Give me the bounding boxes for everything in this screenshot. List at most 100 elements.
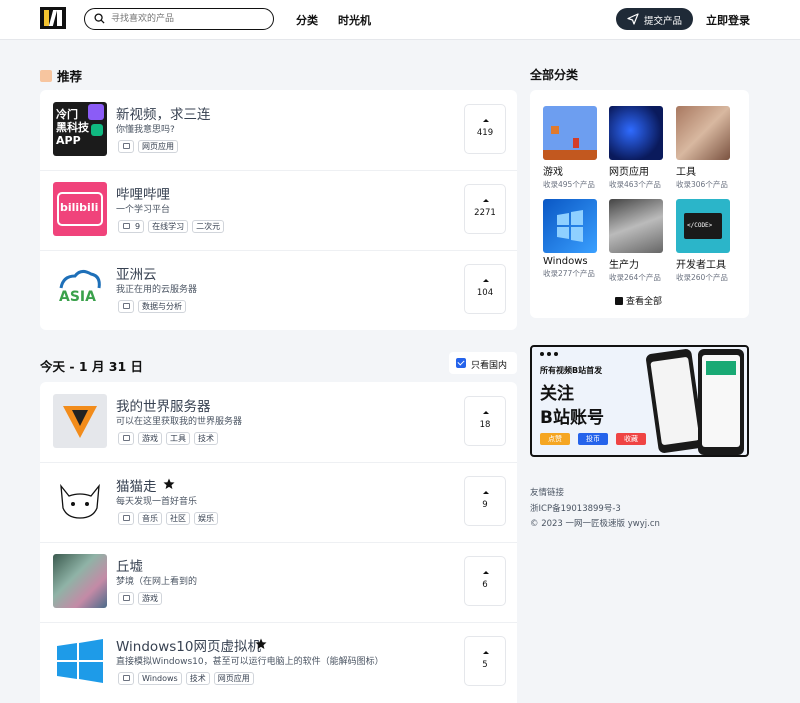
tag-list: Windows 技术 网页应用 [118,672,254,685]
product-title[interactable]: 猫猫走 [116,475,157,495]
promo-banner[interactable]: 所有视频B站首发 关注 B站账号 点赞 投币 收藏 [530,345,749,457]
upvote-button[interactable]: 2271 [464,184,506,234]
tag[interactable]: 娱乐 [194,512,218,525]
list-item[interactable]: 冷门 黑科技 APP 新视频，求三连 你懂我意思吗? 网页应用 419 [40,90,517,170]
tag[interactable]: 网页应用 [138,140,178,153]
tag[interactable]: 社区 [166,512,190,525]
vote-count: 419 [476,128,494,138]
product-title[interactable]: 亚洲云 [116,263,157,283]
banner-like: 点赞 [540,433,570,445]
nav-time-machine[interactable]: 时光机 [338,12,371,28]
product-desc: 你懂我意思吗? [116,125,175,135]
list-item[interactable]: bilibili 哔哩哔哩 一个学习平台 9 在线学习 二次元 2271 [40,170,517,250]
login-link[interactable]: 立即登录 [706,12,750,28]
checkbox-checked-icon [456,358,466,368]
upvote-button[interactable]: 9 [464,476,506,526]
banner-line1: 所有视频B站首发 [540,366,603,375]
product-title[interactable]: 丘墟 [116,555,143,575]
view-all-link[interactable]: 查看全部 [615,294,662,307]
tag[interactable]: 技术 [194,432,218,445]
category-name: 网页应用 [609,167,649,178]
tag[interactable]: 游戏 [138,592,162,605]
product-desc: 梦境（在网上看到的 [116,577,198,587]
product-thumbnail [53,394,107,448]
tag[interactable]: 数据与分析 [138,300,186,313]
product-desc: 每天发现一首好音乐 [116,497,198,507]
upvote-button[interactable]: 6 [464,556,506,606]
product-desc: 直接模拟Windows10，甚至可以运行电脑上的软件（能解码图标） [116,657,384,667]
tag-list: 音乐 社区 娱乐 [118,512,218,525]
upvote-button[interactable]: 104 [464,264,506,314]
vote-count: 6 [482,580,488,590]
upvote-button[interactable]: 18 [464,396,506,446]
vote-count: 18 [479,420,491,430]
upvote-arrow-icon [483,279,489,282]
copyright: © 2023 一网一匠极速版 ywyj.cn [530,519,660,529]
list-item[interactable]: ASIA 亚洲云 我正在用的云服务器 数据与分析 104 [40,250,517,330]
comment-icon[interactable] [118,432,134,445]
upvote-arrow-icon [483,491,489,494]
vote-count: 5 [482,660,488,670]
tag-list: 网页应用 [118,140,178,153]
tag[interactable]: 技术 [185,672,210,685]
product-title[interactable]: Windows10网页虚拟机 [116,635,261,655]
list-item[interactable]: 猫猫走 每天发现一首好音乐 音乐 社区 娱乐 9 [40,462,517,542]
category-count: 收录306个产品 [676,180,728,189]
search-input[interactable] [111,11,266,27]
upvote-button[interactable]: 5 [464,636,506,686]
grid-icon [615,297,623,305]
category-name: 生产力 [609,260,639,271]
product-thumbnail [53,554,107,608]
comment-icon[interactable] [118,512,134,525]
categories-heading: 全部分类 [530,68,579,82]
category-thumbnail [543,106,597,160]
comment-icon[interactable] [118,592,134,605]
comment-icon[interactable] [118,672,134,685]
category-productivity[interactable]: 生产力 收录264个产品 [609,199,665,283]
recommend-title: 推荐 [57,69,83,84]
category-web-apps[interactable]: 网页应用 收录463个产品 [609,106,665,190]
product-title[interactable]: 我的世界服务器 [116,395,211,415]
category-games[interactable]: 游戏 收录495个产品 [543,106,599,190]
tag[interactable]: 在线学习 [148,220,189,233]
product-title[interactable]: 新视频，求三连 [116,103,211,123]
category-tools[interactable]: 工具 收录306个产品 [676,106,732,190]
recommend-card: 冷门 黑科技 APP 新视频，求三连 你懂我意思吗? 网页应用 419 bilibi… [40,90,517,330]
category-count: 收录264个产品 [609,273,661,282]
list-item[interactable]: 丘墟 梦境（在网上看到的 游戏 6 [40,542,517,622]
upvote-arrow-icon [483,199,489,202]
list-item[interactable]: Windows10网页虚拟机 直接模拟Windows10，甚至可以运行电脑上的软… [40,622,517,702]
search-box[interactable] [84,8,274,30]
comment-count[interactable]: 9 [118,220,145,233]
tag[interactable]: 二次元 [192,220,225,233]
banner-line2: 关注 [540,384,574,404]
site-logo[interactable] [40,7,66,29]
tag-list: 数据与分析 [118,300,186,313]
category-dev-tools[interactable]: </CODE> 开发者工具 收录260个产品 [676,199,732,283]
category-windows[interactable]: Windows 收录277个产品 [543,199,599,279]
today-heading: 今天 - 1 月 31 日 [40,359,144,374]
tag[interactable]: 网页应用 [213,672,254,685]
icp-record[interactable]: 浙ICP备19013899号-3 [530,502,621,514]
tag[interactable]: 工具 [166,432,190,445]
upvote-arrow-icon [483,119,489,122]
product-title[interactable]: 哔哩哔哩 [116,183,170,203]
comment-icon[interactable] [118,300,134,313]
submit-product-button[interactable]: 提交产品 [616,8,693,30]
banner-line3: B站账号 [540,408,604,428]
comment-icon[interactable] [118,140,134,153]
list-item[interactable]: 我的世界服务器 可以在这里获取我的世界服务器 游戏 工具 技术 18 [40,382,517,462]
friend-links[interactable]: 友情链接 [530,486,564,498]
tag[interactable]: Windows [138,672,182,685]
tag-list: 游戏 工具 技术 [118,432,218,445]
category-thumbnail [609,199,663,253]
banner-coin: 投币 [578,433,608,445]
nav-categories[interactable]: 分类 [296,12,318,28]
upvote-button[interactable]: 419 [464,104,506,154]
product-desc: 一个学习平台 [116,205,171,215]
tag[interactable]: 游戏 [138,432,162,445]
category-count: 收录463个产品 [609,180,661,189]
upvote-arrow-icon [483,411,489,414]
domestic-only-checkbox[interactable]: 只看国内 [449,352,517,374]
tag[interactable]: 音乐 [138,512,162,525]
